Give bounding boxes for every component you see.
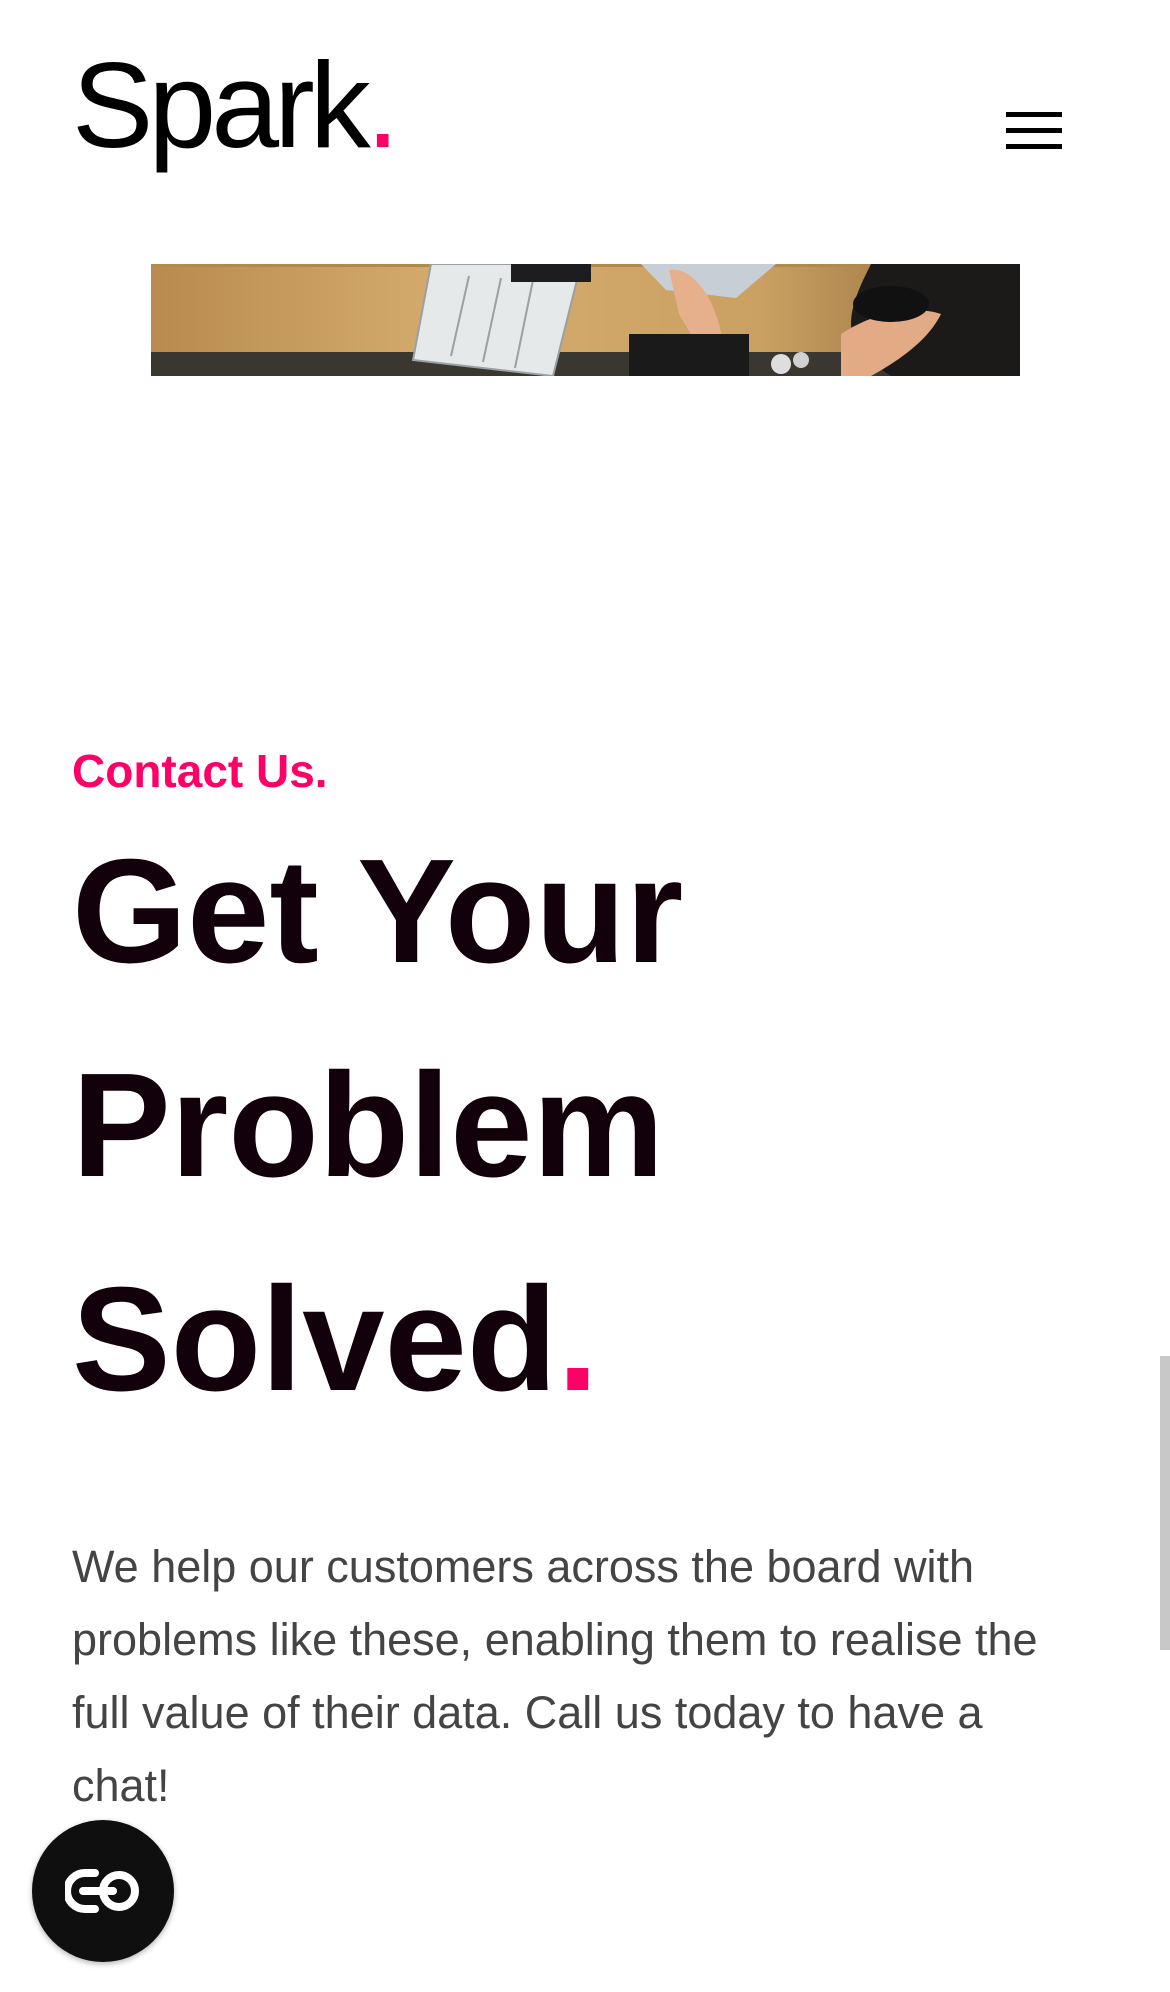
headline-line-3: Solved (72, 1257, 558, 1422)
headline-dot: . (557, 1257, 599, 1422)
section-eyebrow: Contact Us. (72, 745, 328, 797)
chat-widget-button[interactable] (32, 1820, 174, 1962)
logo-dot: . (365, 37, 400, 173)
headline-line-3-wrap: Solved. (72, 1266, 1072, 1480)
site-header: Spark. (0, 0, 1170, 260)
page-headline: Get Your Problem Solved. (72, 838, 1072, 1480)
headline-line-2: Problem (72, 1043, 665, 1208)
menu-bar-top (1006, 112, 1062, 117)
headline-line-1: Get Your (72, 829, 684, 994)
menu-bar-bottom (1006, 144, 1062, 149)
contact-description: We help our customers across the board w… (72, 1541, 1038, 1811)
hamburger-menu-icon[interactable] (1006, 110, 1064, 154)
spark-logo[interactable]: Spark. (72, 44, 400, 166)
menu-bar-middle (1006, 128, 1062, 133)
logo-text: Spark (72, 37, 371, 173)
scrollbar-thumb[interactable] (1160, 1356, 1170, 1650)
chat-widget-icon (65, 1869, 139, 1913)
desk-photo (151, 264, 1020, 376)
